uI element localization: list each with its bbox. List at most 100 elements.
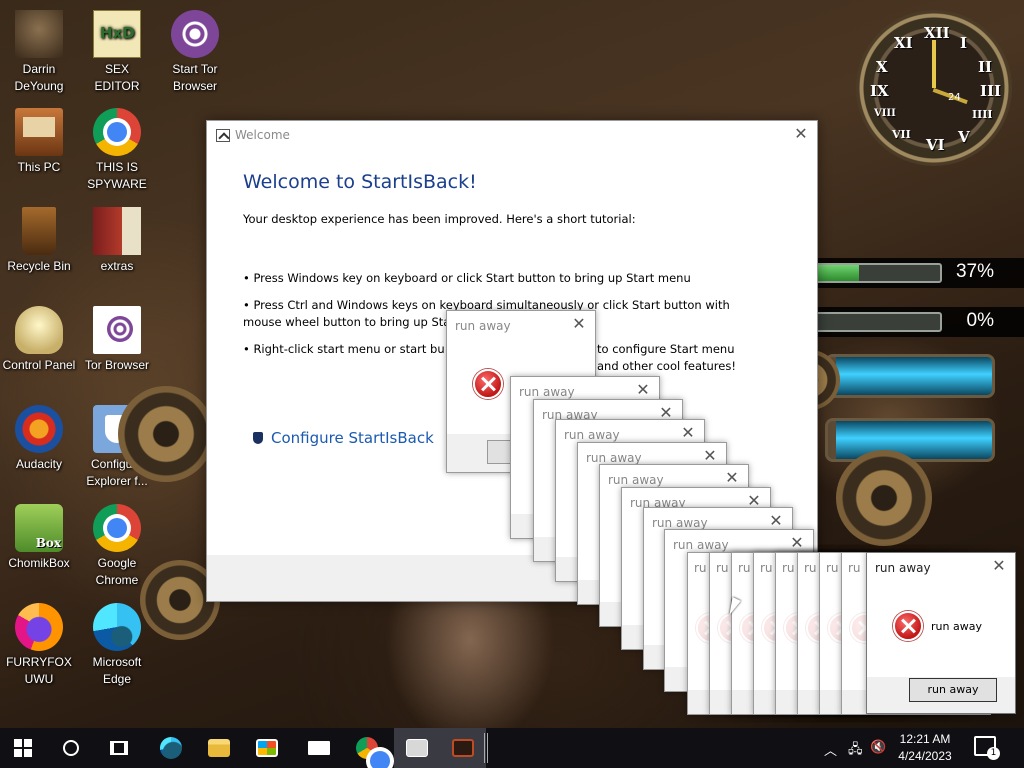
desktop-icon-this-is-spyware[interactable]: THIS IS SPYWARE bbox=[78, 108, 156, 193]
taskbar-mail[interactable] bbox=[296, 728, 342, 768]
chrome-icon bbox=[93, 504, 141, 552]
tutorial-bullet: • Press Windows key on keyboard or click… bbox=[243, 271, 691, 285]
close-button[interactable]: ✕ bbox=[991, 558, 1007, 574]
gear-decoration bbox=[836, 450, 932, 546]
desktop-icon-darrin-deyoung[interactable]: Darrin DeYoung bbox=[0, 10, 78, 95]
start-button[interactable] bbox=[0, 728, 46, 768]
clock-hour-hand bbox=[932, 40, 936, 88]
clock-numeral: II bbox=[978, 58, 993, 76]
taskbar-edge[interactable] bbox=[148, 728, 194, 768]
desktop-icon-label: Microsoft Edge bbox=[92, 655, 142, 686]
window-icon bbox=[406, 739, 428, 757]
desktop-icon-google-chrome[interactable]: Google Chrome bbox=[78, 504, 156, 589]
desktop-icon-extras[interactable]: extras bbox=[78, 207, 156, 275]
desktop-icon-chomikbox[interactable]: ChomikBox bbox=[0, 504, 78, 572]
clock-numeral: X bbox=[876, 58, 888, 76]
chrome-icon bbox=[356, 737, 390, 768]
dialog-title: run away bbox=[608, 473, 664, 487]
window-title: Welcome bbox=[235, 128, 290, 142]
close-button[interactable]: ✕ bbox=[680, 425, 696, 441]
audacity-icon bbox=[15, 405, 63, 453]
clock-numeral: XI bbox=[894, 34, 913, 52]
hxd-icon bbox=[93, 10, 141, 58]
folder-icon bbox=[208, 739, 230, 757]
desktop-icon-start-tor-browser[interactable]: Start Tor Browser bbox=[156, 10, 234, 95]
windows-logo-icon bbox=[14, 739, 32, 757]
taskbar-overflow-strip[interactable] bbox=[482, 728, 490, 768]
desktop-icon-label: Start Tor Browser bbox=[172, 62, 218, 93]
action-center-button[interactable]: 1 bbox=[974, 736, 1000, 760]
dialog-title: run away bbox=[586, 451, 642, 465]
desktop: Darrin DeYoung SEX EDITOR Start Tor Brow… bbox=[0, 0, 1024, 728]
tor-icon bbox=[93, 306, 141, 354]
desktop-icon-label: This PC bbox=[17, 160, 61, 174]
dialog-title: run away bbox=[455, 319, 511, 333]
close-button[interactable]: ✕ bbox=[768, 513, 784, 529]
store-icon bbox=[256, 739, 278, 757]
taskbar-file-explorer[interactable] bbox=[196, 728, 242, 768]
desktop-icon-tor-browser[interactable]: Tor Browser bbox=[78, 306, 156, 374]
dialog-titlebar[interactable]: run away ✕ bbox=[867, 553, 1015, 581]
configure-startisback-link[interactable]: Configure StartIsBack bbox=[253, 429, 434, 447]
error-icon bbox=[473, 369, 503, 399]
gear-decoration bbox=[118, 386, 214, 482]
divider-icon bbox=[484, 733, 488, 763]
tutorial-bullet-tail: to configure Start menu and other cool f… bbox=[597, 342, 736, 373]
folder-icon bbox=[93, 207, 141, 255]
welcome-titlebar[interactable]: Welcome ✕ bbox=[207, 121, 817, 149]
notification-count-badge: 1 bbox=[987, 747, 1000, 760]
taskbar-clock[interactable]: 12:21 AM 4/24/2023 bbox=[880, 731, 970, 765]
desktop-icon-label: Recycle Bin bbox=[7, 259, 71, 273]
shield-icon bbox=[253, 432, 263, 444]
desktop-icon-recycle-bin[interactable]: Recycle Bin bbox=[0, 207, 78, 275]
computer-icon bbox=[15, 108, 63, 156]
taskbar-run-away-app[interactable] bbox=[394, 728, 440, 768]
drive-percent: 0% bbox=[966, 310, 994, 331]
clock-subdial: 24 bbox=[948, 92, 961, 103]
close-button[interactable]: ✕ bbox=[793, 126, 809, 142]
close-button[interactable]: ✕ bbox=[635, 382, 651, 398]
desktop-icon-sex-editor[interactable]: SEX EDITOR bbox=[78, 10, 156, 95]
chomikbox-icon bbox=[15, 504, 63, 552]
close-button[interactable]: ✕ bbox=[789, 535, 805, 551]
task-view-icon bbox=[110, 741, 128, 755]
clock-widget: XII I II III IIII V VI VII VIII IX X XI … bbox=[856, 10, 1012, 166]
taskbar-store[interactable] bbox=[244, 728, 290, 768]
desktop-icon-label: Control Panel bbox=[2, 358, 76, 372]
desktop-icon-label: extras bbox=[100, 259, 134, 273]
close-button[interactable]: ✕ bbox=[702, 448, 718, 464]
drive-percent: 37% bbox=[955, 261, 994, 282]
clock-numeral: IIII bbox=[972, 108, 993, 121]
close-button[interactable]: ✕ bbox=[571, 316, 587, 332]
tor-icon bbox=[171, 10, 219, 58]
firefox-icon bbox=[15, 603, 63, 651]
cortana-circle-icon bbox=[63, 740, 79, 756]
close-button[interactable]: ✕ bbox=[724, 470, 740, 486]
dialog-titlebar[interactable]: run away ✕ bbox=[447, 311, 595, 339]
desktop-icon-furryfox[interactable]: FURRYFOX UWU bbox=[0, 603, 78, 688]
configure-link-label: Configure StartIsBack bbox=[271, 429, 434, 447]
run-away-button[interactable]: run away bbox=[909, 678, 997, 702]
desktop-icon-control-panel[interactable]: Control Panel bbox=[0, 306, 78, 374]
clock-numeral: VIII bbox=[874, 108, 896, 119]
chevron-up-icon[interactable]: ︿ bbox=[824, 740, 837, 759]
clock-numeral: I bbox=[960, 34, 968, 52]
dialog-message: run away bbox=[931, 620, 982, 633]
drive-usage-bar bbox=[810, 263, 942, 283]
mail-icon bbox=[308, 741, 330, 755]
welcome-intro: Your desktop experience has been improve… bbox=[243, 212, 636, 226]
search-button[interactable] bbox=[48, 728, 94, 768]
app-window-icon bbox=[452, 739, 474, 757]
run-away-dialog-active[interactable]: run away ✕ run away run away bbox=[866, 552, 1016, 714]
recycle-bin-icon bbox=[22, 207, 56, 255]
clock-time: 12:21 AM bbox=[899, 732, 951, 746]
desktop-icon-audacity[interactable]: Audacity bbox=[0, 405, 78, 473]
skull-folder-icon bbox=[15, 10, 63, 58]
taskbar-chrome[interactable] bbox=[344, 728, 390, 768]
desktop-icon-this-pc[interactable]: This PC bbox=[0, 108, 78, 176]
network-icon[interactable]: 🖧 bbox=[848, 740, 863, 762]
clock-numeral: IX bbox=[870, 82, 889, 100]
control-panel-icon bbox=[15, 306, 63, 354]
taskbar-startisback[interactable] bbox=[440, 728, 486, 768]
task-view-button[interactable] bbox=[96, 728, 142, 768]
